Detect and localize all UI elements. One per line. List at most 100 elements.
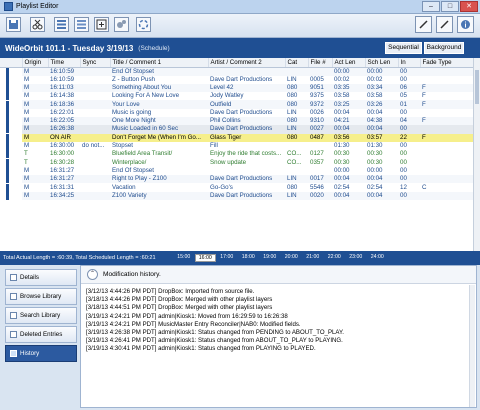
row-marker <box>0 108 22 117</box>
cell-sch: 00:04 <box>367 108 383 116</box>
table-row[interactable]: M 16:26:38 Music Loaded in 60 Sec Dave Dart… <box>0 125 473 134</box>
cell-origin: M <box>22 67 48 76</box>
table-row[interactable]: M 16:10:59 End Of Stopset 00:00 00:00 00 <box>0 67 473 76</box>
row-marker <box>0 67 22 76</box>
cell-act: 02:54 <box>334 183 350 191</box>
timeline-tick[interactable]: 18:00 <box>238 254 260 262</box>
table-row[interactable]: M 16:22:01 Music is going Dave Dart Product… <box>0 108 473 117</box>
cell-title: Music is going <box>112 108 152 116</box>
timeline-tick[interactable]: 16:00 <box>194 254 216 262</box>
cell-time: ON AIR <box>48 133 80 142</box>
cell-fade: F <box>420 116 473 126</box>
column-header[interactable]: In <box>398 58 421 68</box>
panel-title: Modification history. <box>103 271 161 278</box>
settings-button[interactable] <box>114 17 129 32</box>
cell-origin: M <box>24 92 30 100</box>
scroll-thumb[interactable] <box>475 70 479 104</box>
cell-cat: LIN <box>285 175 308 184</box>
cell-act: 03:58 <box>334 92 350 100</box>
table-row[interactable]: M ON AIR Don't Forget Me (When I'm Go... Gl… <box>0 133 473 142</box>
column-header[interactable]: Time <box>48 58 81 68</box>
column-header[interactable]: Title / Comment 1 <box>110 58 209 68</box>
insert-button[interactable] <box>94 17 109 32</box>
list-button[interactable] <box>54 17 69 32</box>
column-header[interactable]: Cat <box>285 58 309 68</box>
table-row[interactable]: M 16:30:00 do not... Stopset Fill 01:30 01:30 0… <box>0 141 473 151</box>
cell-cat <box>285 67 308 76</box>
cell-sync: do not... <box>82 142 105 150</box>
nav-item-history[interactable]: History <box>5 345 77 362</box>
cell-time: 16:30:28 <box>50 158 75 166</box>
save-button[interactable] <box>6 17 21 32</box>
table-row[interactable]: M 16:34:25 Z100 Variety Dave Dart Productio… <box>0 191 473 200</box>
table-row[interactable]: M 16:18:36 Your Love Outfield 080 9372 03:25 03… <box>0 100 473 109</box>
row-marker-bar <box>6 117 9 126</box>
tools-button[interactable] <box>436 16 453 33</box>
edit-button[interactable] <box>415 16 432 33</box>
timeline-tick[interactable]: 21:00 <box>302 254 324 262</box>
cell-act: 01:30 <box>334 142 350 150</box>
cell-sch: 04:38 <box>365 116 398 126</box>
table-row[interactable]: T 16:30:28 Winterplace/Snow update CO... 035… <box>0 158 473 167</box>
history-scrollbar[interactable] <box>469 285 475 407</box>
column-header[interactable]: Artist / Comment 2 <box>208 58 286 68</box>
history-entry: [3/19/13 4:30:41 PM PDT] admin|Kiosk1: S… <box>86 345 316 353</box>
timeline-tick[interactable]: 15:00 <box>173 254 195 262</box>
edit-icon <box>419 20 428 29</box>
cell-act: 00:04 <box>332 191 365 200</box>
nav-item-deleted-entries[interactable]: Deleted Entries <box>5 326 77 343</box>
timeline-tick[interactable]: 19:00 <box>259 254 281 262</box>
toolbar <box>0 14 480 38</box>
table-row[interactable]: M 16:31:27 End Of Stopset 00:00 00:00 00 <box>0 166 473 176</box>
table-row[interactable]: M 16:10:59 Z - Button Push Dave Dart Produc… <box>0 75 473 84</box>
cell-time: 16:22:01 <box>50 108 75 116</box>
nav-item-search-library[interactable]: Search Library <box>5 307 77 324</box>
collapse-chevron-icon[interactable]: ⌃ <box>87 269 98 280</box>
cell-artist: Phil Collins <box>208 116 285 126</box>
nav-item-details[interactable]: Details <box>5 269 77 286</box>
list-button-2[interactable] <box>74 17 89 32</box>
column-header[interactable]: File # <box>308 58 333 68</box>
table-row[interactable]: M 16:22:05 One More Night Phil Collins 080 93… <box>0 116 473 126</box>
column-header[interactable]: Sch Len <box>365 58 399 68</box>
timeline-tick[interactable]: 24:00 <box>367 254 389 262</box>
cell-origin: M <box>24 108 30 116</box>
cell-cat: CO... <box>287 150 302 158</box>
sequential-button[interactable]: Sequential <box>385 42 422 54</box>
table-row[interactable]: T 16:30:00 Bluefield Area Transit/Enjoy th… <box>0 150 473 159</box>
table-row[interactable]: M 16:14:38 Looking For A New Love Jody Watl… <box>0 92 473 101</box>
grid-scrollbar[interactable] <box>473 58 480 251</box>
cell-sch: 00:00 <box>365 67 398 76</box>
refresh-button[interactable] <box>136 17 151 32</box>
column-header[interactable]: Origin <box>22 58 49 68</box>
column-header[interactable] <box>0 58 23 68</box>
close-button[interactable]: ✕ <box>460 1 478 12</box>
cell-cat: LIN <box>285 191 308 200</box>
row-marker <box>0 92 22 101</box>
cell-sch: 02:54 <box>367 183 383 191</box>
cell-file <box>308 142 332 150</box>
timeline-tick[interactable]: 17:00 <box>216 254 238 262</box>
table-row[interactable]: M 16:31:27 Right to Play - Z100 Dave Dart P… <box>0 175 473 184</box>
table-row[interactable]: M 16:11:03 Something About You Level 42 080 9… <box>0 83 473 93</box>
cell-act: 00:00 <box>334 166 350 174</box>
cut-button[interactable] <box>30 17 45 32</box>
cell-cat: 080 <box>285 133 308 142</box>
nav-item-browse-library[interactable]: Browse Library <box>5 288 77 305</box>
cell-fade <box>420 142 473 150</box>
minimize-button[interactable]: – <box>422 1 440 12</box>
lower-area: Details Browse Library Search Library Delet… <box>0 265 480 410</box>
info-button[interactable] <box>457 16 474 33</box>
column-header[interactable]: Sync <box>80 58 111 68</box>
cell-time: 16:30:00 <box>50 150 75 158</box>
timeline-tick[interactable]: 23:00 <box>345 254 367 262</box>
column-header[interactable]: Fade Type <box>420 58 473 68</box>
cell-sch: 00:04 <box>365 191 398 200</box>
table-row[interactable]: M 16:31:31 Vacation Go-Go's 080 5546 02:54 02:5… <box>0 183 473 192</box>
timeline-tick[interactable]: 22:00 <box>324 254 346 262</box>
column-header[interactable]: Act Len <box>332 58 366 68</box>
maximize-button[interactable]: □ <box>441 1 459 12</box>
timeline-tick[interactable]: 20:00 <box>281 254 303 262</box>
background-button[interactable]: Background <box>424 42 464 54</box>
row-marker <box>0 116 22 126</box>
